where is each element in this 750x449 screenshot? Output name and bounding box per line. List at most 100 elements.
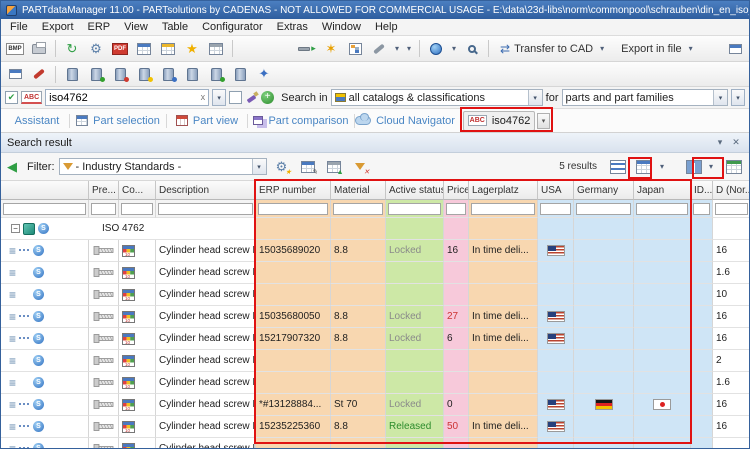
row-menu-icon[interactable]: ≡ — [9, 421, 16, 433]
japan-cell[interactable] — [634, 306, 691, 328]
chevron-down-icon[interactable]: ▾ — [657, 162, 667, 171]
description-cell[interactable]: Cylinder head screw ISO 4762 ... — [156, 262, 256, 284]
export-bmp-button[interactable]: BMP — [4, 39, 26, 59]
filter-export-button[interactable]: ▲ — [323, 157, 345, 177]
column-header-japan[interactable]: Japan — [634, 181, 691, 200]
column-filter-input[interactable] — [158, 203, 253, 215]
table-row[interactable]: ≡ S 10 Cylinder head screw ISO 4762 ... … — [1, 328, 749, 350]
adjust-tool-button[interactable] — [368, 39, 390, 59]
id-cell[interactable] — [691, 328, 713, 350]
preview-cell[interactable] — [89, 240, 119, 262]
column-filter-input[interactable] — [388, 203, 441, 215]
row-menu-icon[interactable]: ≡ — [9, 267, 16, 279]
column-filter-input[interactable] — [446, 203, 466, 215]
d-cell[interactable]: 1.6 — [713, 262, 749, 284]
chevron-down-icon[interactable]: ▾ — [392, 44, 402, 53]
column-header-active-status[interactable]: Active status — [386, 181, 444, 200]
repair-button[interactable] — [28, 64, 50, 84]
erp-container-2-button[interactable] — [85, 64, 107, 84]
chevron-down-icon[interactable]: ▾ — [449, 44, 459, 53]
japan-cell[interactable] — [634, 416, 691, 438]
filter-settings-button[interactable]: ⚙★ — [271, 157, 293, 177]
erp-number-cell[interactable] — [256, 438, 331, 449]
id-cell[interactable] — [691, 438, 713, 449]
table-row[interactable]: ≡ S 10 Cylinder head screw ISO 4762 ... — [1, 284, 749, 306]
d-cell[interactable]: 16 — [713, 240, 749, 262]
compare-cell[interactable]: 10 — [119, 240, 156, 262]
menu-configurator[interactable]: Configurator — [195, 20, 270, 34]
tab-assistant[interactable]: Assistant — [5, 111, 69, 131]
column-filter-input[interactable] — [576, 203, 631, 215]
material-cell[interactable]: St 70 — [331, 394, 386, 416]
print-button[interactable] — [28, 39, 50, 59]
verify-checkbox[interactable]: ✔ — [5, 91, 18, 104]
table-row[interactable]: ≡ S 10 Cylinder head screw ISO 4762 ... … — [1, 240, 749, 262]
menu-window[interactable]: Window — [315, 20, 368, 34]
active-status-cell[interactable] — [386, 350, 444, 372]
column-header-d[interactable]: D (Nor... — [713, 181, 749, 200]
tab-part-selection[interactable]: Part selection — [70, 111, 166, 131]
id-cell[interactable] — [691, 284, 713, 306]
id-cell[interactable] — [691, 306, 713, 328]
price-cell[interactable]: 27 — [444, 306, 469, 328]
column-header-germany[interactable]: Germany — [574, 181, 634, 200]
compare-cell[interactable]: 10 — [119, 438, 156, 449]
erp-number-cell[interactable]: 15235225360 — [256, 416, 331, 438]
row-menu-icon[interactable]: ≡ — [9, 355, 16, 367]
table-row[interactable]: ≡ S 10 Cylinder head screw ISO 4762 ... — [1, 372, 749, 394]
table-row[interactable]: ≡ S 10 Cylinder head screw ISO 4762 ... … — [1, 416, 749, 438]
menu-erp[interactable]: ERP — [81, 20, 118, 34]
erp-container-5-button[interactable] — [157, 64, 179, 84]
active-status-cell[interactable] — [386, 262, 444, 284]
d-cell[interactable]: 2 — [713, 350, 749, 372]
preview-cell[interactable] — [89, 350, 119, 372]
table-row[interactable]: ≡ S 10 Cylinder head screw ISO 4762 ... — [1, 262, 749, 284]
description-cell[interactable]: Cylinder head screw ISO 4762 ... — [156, 240, 256, 262]
compare-cell[interactable]: 10 — [119, 328, 156, 350]
filter-edit-button[interactable]: ✎ — [297, 157, 319, 177]
erp-number-cell[interactable] — [256, 262, 331, 284]
table-row[interactable]: ≡ S 10 Cylinder head screw ISO 4762 ... — [1, 350, 749, 372]
price-cell[interactable]: 50 — [444, 416, 469, 438]
view-details-button[interactable] — [609, 157, 627, 177]
material-cell[interactable] — [331, 372, 386, 394]
price-cell[interactable] — [444, 350, 469, 372]
settings-button[interactable]: ⚙ — [85, 39, 107, 59]
column-filter-input[interactable] — [91, 203, 116, 215]
row-menu-icon[interactable]: ≡ — [9, 311, 16, 323]
erp-container-6-button[interactable] — [181, 64, 203, 84]
table-row[interactable]: ≡ S 10 Cylinder head screw ISO 4762 ... — [1, 438, 749, 449]
material-cell[interactable] — [331, 284, 386, 306]
view-symbols-button[interactable] — [685, 157, 703, 177]
price-cell[interactable] — [444, 372, 469, 394]
highlight-brush-icon[interactable] — [245, 91, 258, 104]
chevron-down-icon[interactable]: ▾ — [404, 44, 414, 53]
active-status-cell[interactable] — [386, 372, 444, 394]
active-status-cell[interactable]: Locked — [386, 394, 444, 416]
id-cell[interactable] — [691, 262, 713, 284]
description-cell[interactable]: Cylinder head screw ISO 4762 ... — [156, 306, 256, 328]
japan-cell[interactable] — [634, 328, 691, 350]
id-cell[interactable] — [691, 372, 713, 394]
row-menu-icon[interactable]: ≡ — [9, 399, 16, 411]
material-cell[interactable]: 8.8 — [331, 240, 386, 262]
japan-cell[interactable] — [634, 240, 691, 262]
overflow-button[interactable]: ▾ — [731, 89, 745, 106]
description-cell[interactable]: Cylinder head screw ISO 4762 ... — [156, 438, 256, 449]
compare-cell[interactable]: 10 — [119, 372, 156, 394]
preview-cell[interactable] — [89, 372, 119, 394]
lagerplatz-cell[interactable]: In time deli... — [469, 306, 538, 328]
d-cell[interactable]: 16 — [713, 306, 749, 328]
germany-cell[interactable] — [574, 262, 634, 284]
active-status-cell[interactable]: Locked — [386, 328, 444, 350]
insert-part-button[interactable]: ▸ — [296, 39, 318, 59]
compare-cell[interactable]: 10 — [119, 350, 156, 372]
menu-file[interactable]: File — [3, 20, 35, 34]
d-cell[interactable]: 16 — [713, 394, 749, 416]
tab-part-view[interactable]: Part view — [167, 111, 247, 131]
column-filter-input[interactable] — [3, 203, 86, 215]
column-header-lagerplatz[interactable]: Lagerplatz — [469, 181, 538, 200]
description-cell[interactable]: Cylinder head screw ISO 4762 ... — [156, 328, 256, 350]
row-menu-icon[interactable]: ≡ — [9, 333, 16, 345]
active-status-cell[interactable]: Released — [386, 416, 444, 438]
